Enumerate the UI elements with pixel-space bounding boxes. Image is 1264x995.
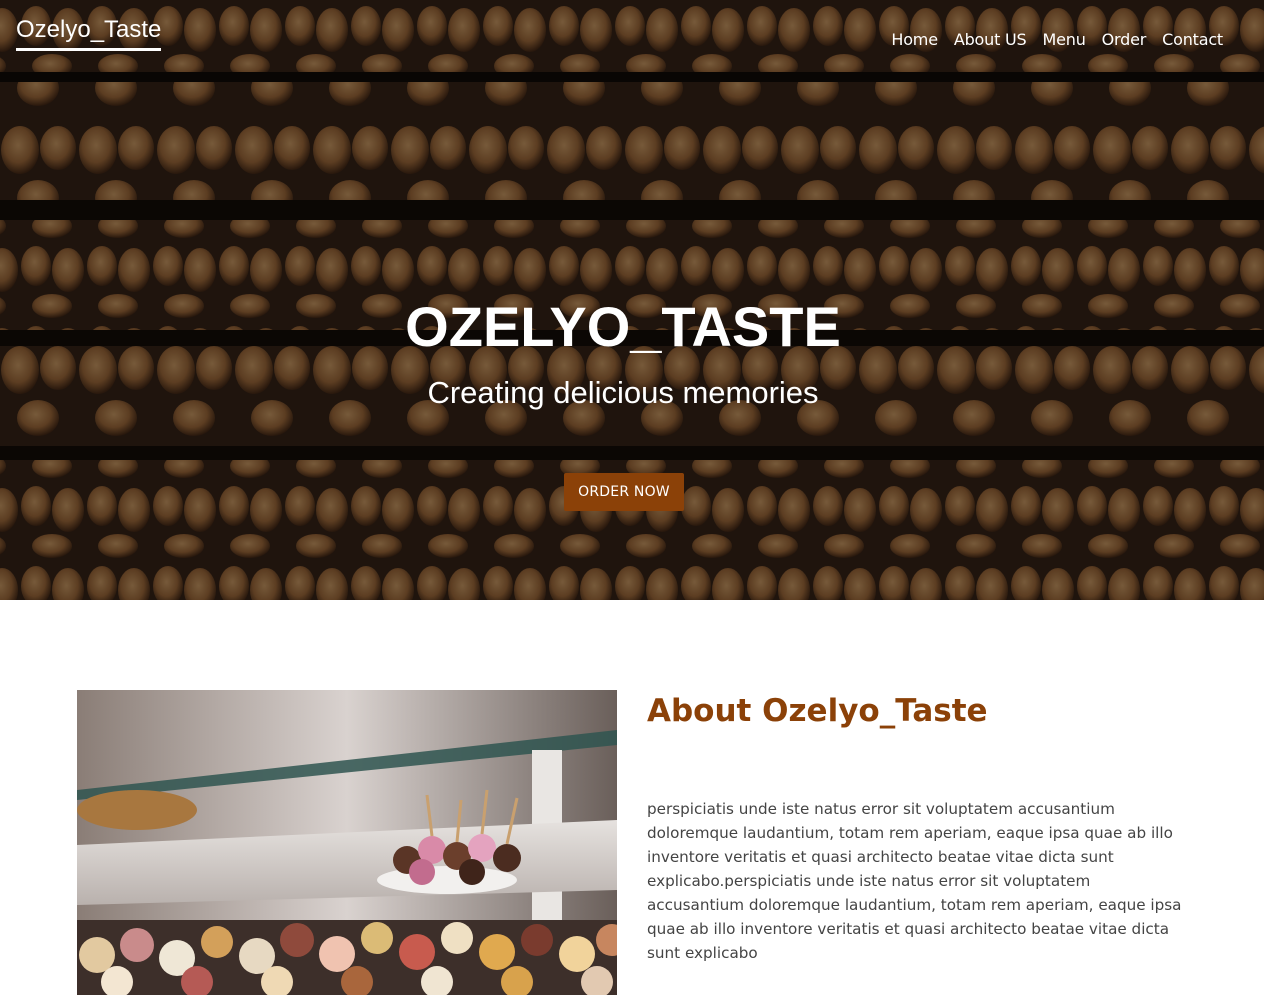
nav-about-us[interactable]: About US <box>954 30 1027 50</box>
order-now-button[interactable]: ORDER NOW <box>564 473 684 511</box>
nav-contact[interactable]: Contact <box>1162 30 1223 50</box>
nav-home[interactable]: Home <box>891 30 938 50</box>
about-image <box>77 690 617 995</box>
brand-logo[interactable]: Ozelyo_Taste <box>16 16 162 51</box>
nav-order[interactable]: Order <box>1102 30 1147 50</box>
hero-subtitle: Creating delicious memories <box>427 375 819 410</box>
hero-title: OZELYO_TASTE <box>405 295 841 358</box>
pastry-display-case-photo <box>77 690 617 995</box>
nav-menu[interactable]: Menu <box>1043 30 1086 50</box>
about-title: About Ozelyo_Taste <box>647 693 988 729</box>
main-nav: Home About US Menu Order Contact <box>891 30 1223 50</box>
about-description: perspiciatis unde iste natus error sit v… <box>647 800 1182 962</box>
hero-section: Ozelyo_Taste Home About US Menu Order Co… <box>0 0 1264 600</box>
